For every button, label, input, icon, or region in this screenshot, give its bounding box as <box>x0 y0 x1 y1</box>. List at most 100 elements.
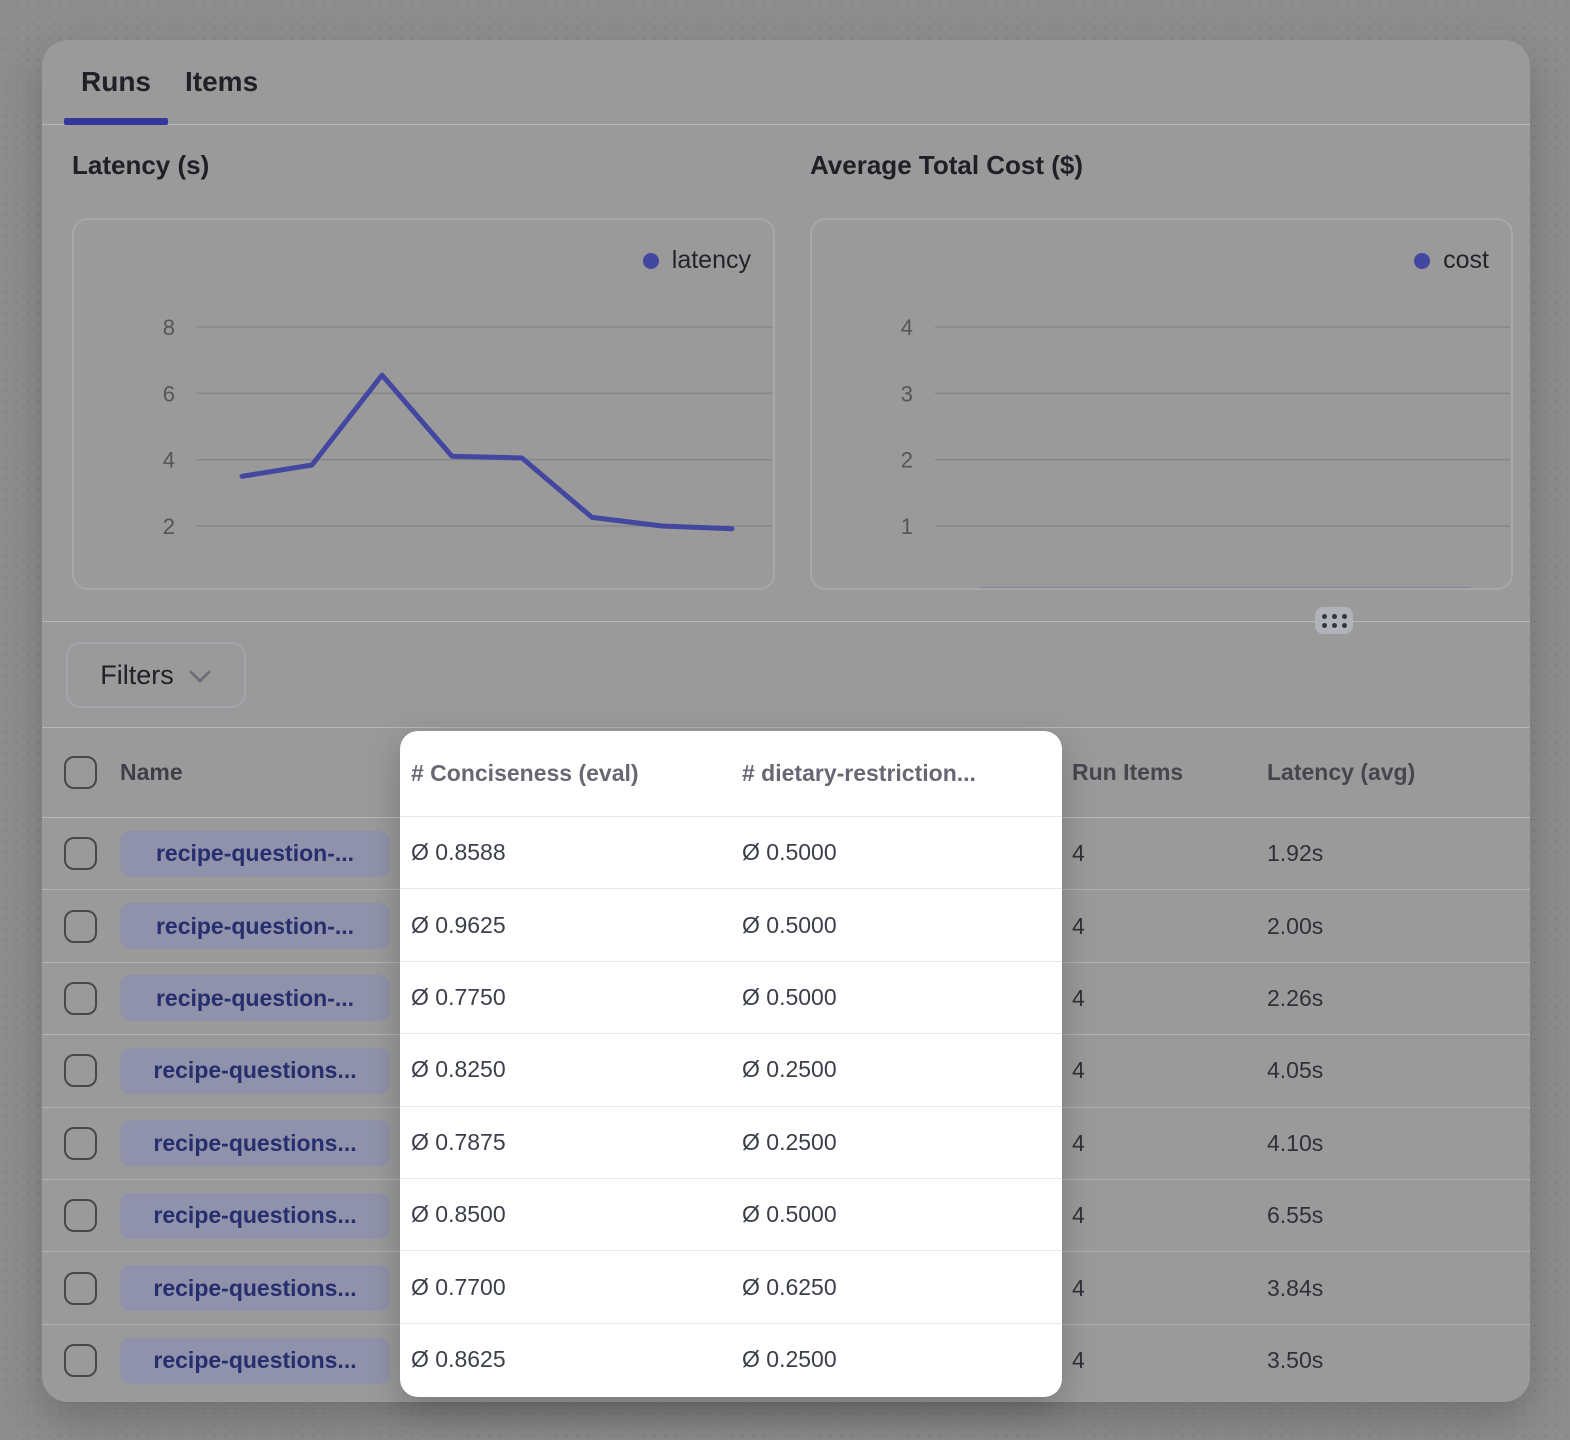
latency-cell: 1.92s <box>1257 840 1530 867</box>
cost-chart-svg: 4 3 2 1 <box>812 220 1513 590</box>
page-background: Runs Items Latency (s) 8642 latency Ave <box>0 0 1570 1440</box>
svg-text:4: 4 <box>901 315 913 340</box>
resize-handle[interactable] <box>1315 607 1353 634</box>
chevron-down-icon <box>188 669 212 685</box>
filters-button-label: Filters <box>100 660 174 691</box>
dietary-cell: Ø 0.5000 <box>731 912 1062 939</box>
svg-text:8: 8 <box>163 315 175 340</box>
dietary-cell: Ø 0.6250 <box>731 1274 1062 1301</box>
latency-cell: 4.10s <box>1257 1130 1530 1157</box>
run-name-pill[interactable]: recipe-questions... <box>120 1265 390 1311</box>
active-tab-indicator <box>64 118 168 125</box>
svg-text:2: 2 <box>163 514 175 539</box>
run-name-pill[interactable]: recipe-question-... <box>120 975 390 1021</box>
conciseness-cell: Ø 0.8588 <box>400 839 731 866</box>
conciseness-cell: Ø 0.8500 <box>400 1201 731 1228</box>
row-checkbox[interactable] <box>64 1272 97 1305</box>
spotlight-row: Ø 0.9625 Ø 0.5000 <box>400 889 1062 961</box>
spotlight-row: Ø 0.8500 Ø 0.5000 <box>400 1179 1062 1251</box>
spotlight-row: Ø 0.8250 Ø 0.2500 <box>400 1034 1062 1106</box>
latency-cell: 2.00s <box>1257 913 1530 940</box>
header-name: Name <box>120 759 400 786</box>
run-name-pill[interactable]: recipe-questions... <box>120 1193 390 1239</box>
row-checkbox[interactable] <box>64 1127 97 1160</box>
dietary-cell: Ø 0.2500 <box>731 1056 1062 1083</box>
latency-legend: latency <box>643 246 751 275</box>
row-checkbox[interactable] <box>64 837 97 870</box>
select-all-checkbox[interactable] <box>64 756 97 789</box>
dietary-cell: Ø 0.5000 <box>731 1201 1062 1228</box>
run-name-pill[interactable]: recipe-question-... <box>120 903 390 949</box>
cost-chart: 4 3 2 1 cost <box>810 218 1513 590</box>
tab-runs[interactable]: Runs <box>64 40 168 124</box>
row-checkbox[interactable] <box>64 982 97 1015</box>
svg-text:3: 3 <box>901 381 913 406</box>
latency-chart: 8 6 4 2 latency <box>72 218 775 590</box>
tab-items-label: Items <box>185 66 258 98</box>
svg-text:6: 6 <box>163 381 175 406</box>
header-conciseness: # Conciseness (eval) <box>400 760 731 787</box>
latency-legend-label: latency <box>672 246 751 275</box>
conciseness-cell: Ø 0.7700 <box>400 1274 731 1301</box>
highlighted-columns-overlay: # Conciseness (eval) # dietary-restricti… <box>400 731 1062 1397</box>
dietary-cell: Ø 0.2500 <box>731 1346 1062 1373</box>
latency-legend-dot-icon <box>643 253 659 269</box>
conciseness-cell: Ø 0.9625 <box>400 912 731 939</box>
latency-chart-svg: 8 6 4 2 <box>74 220 775 590</box>
svg-text:4: 4 <box>163 448 175 473</box>
section-divider <box>42 621 1530 622</box>
latency-cell: 3.50s <box>1257 1347 1530 1374</box>
conciseness-cell: Ø 0.8625 <box>400 1346 731 1373</box>
spotlight-header-row: # Conciseness (eval) # dietary-restricti… <box>400 731 1062 817</box>
latency-chart-title: Latency (s) <box>72 150 775 180</box>
tab-runs-label: Runs <box>81 66 151 98</box>
svg-text:2: 2 <box>901 448 913 473</box>
tab-items[interactable]: Items <box>168 40 275 124</box>
filters-button[interactable]: Filters <box>66 642 246 708</box>
header-run-items: Run Items <box>1062 759 1257 786</box>
charts-section: Latency (s) 8 6 4 2 latency Average Total C… <box>42 125 1530 621</box>
cost-legend-dot-icon <box>1414 253 1430 269</box>
run-name-pill[interactable]: recipe-questions... <box>120 1120 390 1166</box>
conciseness-cell: Ø 0.7875 <box>400 1129 731 1156</box>
run-name-pill[interactable]: recipe-questions... <box>120 1048 390 1094</box>
run-items-cell: 4 <box>1062 985 1257 1012</box>
row-checkbox[interactable] <box>64 910 97 943</box>
tab-bar: Runs Items <box>42 40 1530 125</box>
latency-chart-block: Latency (s) 8 6 4 2 latency <box>72 150 775 590</box>
run-items-cell: 4 <box>1062 1057 1257 1084</box>
cost-chart-block: Average Total Cost ($) 4 3 2 1 cost <box>810 150 1513 590</box>
cost-legend-label: cost <box>1443 246 1489 275</box>
svg-text:1: 1 <box>901 514 913 539</box>
run-items-cell: 4 <box>1062 913 1257 940</box>
row-checkbox[interactable] <box>64 1054 97 1087</box>
runs-panel-card: Runs Items Latency (s) 8642 latency Ave <box>42 40 1530 1402</box>
dietary-cell: Ø 0.2500 <box>731 1129 1062 1156</box>
latency-cell: 2.26s <box>1257 985 1530 1012</box>
run-items-cell: 4 <box>1062 840 1257 867</box>
run-items-cell: 4 <box>1062 1130 1257 1157</box>
latency-cell: 6.55s <box>1257 1202 1530 1229</box>
spotlight-row: Ø 0.8625 Ø 0.2500 <box>400 1324 1062 1396</box>
run-items-cell: 4 <box>1062 1275 1257 1302</box>
run-name-pill[interactable]: recipe-questions... <box>120 1338 390 1384</box>
run-items-cell: 4 <box>1062 1202 1257 1229</box>
spotlight-body: Ø 0.8588 Ø 0.5000 Ø 0.9625 Ø 0.5000 Ø 0.… <box>400 817 1062 1396</box>
conciseness-cell: Ø 0.7750 <box>400 984 731 1011</box>
spotlight-row: Ø 0.8588 Ø 0.5000 <box>400 817 1062 889</box>
row-checkbox[interactable] <box>64 1344 97 1377</box>
spotlight-row: Ø 0.7875 Ø 0.2500 <box>400 1107 1062 1179</box>
spotlight-row: Ø 0.7750 Ø 0.5000 <box>400 962 1062 1034</box>
latency-cell: 4.05s <box>1257 1057 1530 1084</box>
latency-cell: 3.84s <box>1257 1275 1530 1302</box>
row-checkbox[interactable] <box>64 1199 97 1232</box>
run-items-cell: 4 <box>1062 1347 1257 1374</box>
header-dietary-restriction: # dietary-restriction... <box>731 760 1062 787</box>
dietary-cell: Ø 0.5000 <box>731 839 1062 866</box>
run-name-pill[interactable]: recipe-question-... <box>120 831 390 877</box>
header-latency: Latency (avg) <box>1257 759 1530 786</box>
dietary-cell: Ø 0.5000 <box>731 984 1062 1011</box>
cost-legend: cost <box>1414 246 1489 275</box>
conciseness-cell: Ø 0.8250 <box>400 1056 731 1083</box>
cost-chart-title: Average Total Cost ($) <box>810 150 1513 180</box>
